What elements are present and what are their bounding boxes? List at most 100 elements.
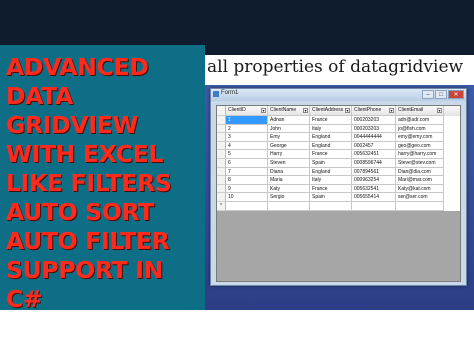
table-cell[interactable]: Katy@kat.com (396, 184, 444, 194)
table-row[interactable]: 5 Harry France 005632451 harry@harry.com (217, 150, 460, 159)
column-header[interactable]: ClientPhone ▾ (352, 106, 396, 116)
new-row-marker: * (217, 201, 226, 211)
table-cell[interactable]: ser@ser.com (396, 193, 444, 202)
table-cell[interactable]: France (310, 184, 352, 194)
table-row[interactable]: 9 Katy France 005632541 Katy@kat.com (217, 184, 460, 194)
filter-dropdown-icon[interactable]: ▾ (261, 108, 266, 113)
table-cell[interactable]: 000963254 (352, 176, 396, 185)
table-cell[interactable]: Emy (268, 133, 310, 142)
table-cell[interactable]: England (310, 141, 352, 151)
column-header-label: ClientID (228, 107, 246, 113)
title-line: ADVANCED (6, 53, 149, 81)
row-header[interactable] (217, 133, 226, 142)
close-button[interactable]: ✕ (448, 90, 464, 99)
table-cell[interactable] (226, 201, 268, 211)
table-cell[interactable]: jo@fish.com (396, 124, 444, 134)
row-header[interactable] (217, 176, 226, 185)
table-row[interactable]: 4 George England 0002457 geo@geo.com (217, 141, 460, 151)
table-cell[interactable]: 1 (226, 116, 268, 125)
table-cell[interactable]: Spain (310, 193, 352, 202)
row-header[interactable] (217, 116, 226, 125)
table-cell[interactable]: 0044444444 (352, 133, 396, 142)
table-cell[interactable]: Steven (268, 158, 310, 168)
table-row[interactable]: 6 Steven Spain 0008596744 Steve@stev.com (217, 158, 460, 168)
table-cell[interactable]: 000203203 (352, 124, 396, 134)
grid-header-row: ClientID ▾ ClientName ▾ ClientAddress ▾ Client… (217, 106, 460, 116)
table-cell[interactable]: Dian@dia.com (396, 167, 444, 177)
table-cell[interactable]: 0002457 (352, 141, 396, 151)
table-cell[interactable]: Adnan (268, 116, 310, 125)
table-cell[interactable]: geo@geo.com (396, 141, 444, 151)
table-cell[interactable]: Maria (268, 176, 310, 185)
row-header[interactable] (217, 193, 226, 202)
table-cell[interactable]: 4 (226, 141, 268, 151)
filter-dropdown-icon[interactable]: ▾ (345, 108, 350, 113)
table-cell[interactable]: Diana (268, 167, 310, 177)
row-header[interactable] (217, 158, 226, 168)
table-cell[interactable]: 8 (226, 176, 268, 185)
maximize-button[interactable]: □ (435, 90, 447, 99)
row-header[interactable] (217, 141, 226, 151)
column-header[interactable]: ClientID ▾ (226, 106, 268, 116)
title-line: DATA (6, 82, 74, 110)
table-cell[interactable]: Mari@mar.com (396, 176, 444, 185)
table-cell[interactable]: George (268, 141, 310, 151)
data-grid-view[interactable]: ClientID ▾ ClientName ▾ ClientAddress ▾ Client… (216, 105, 461, 282)
table-cell[interactable]: 000203203 (352, 116, 396, 125)
table-row[interactable]: 2 John Italy 000203203 jo@fish.com (217, 124, 460, 134)
table-cell[interactable]: Harry (268, 150, 310, 159)
table-cell[interactable] (268, 201, 310, 211)
table-cell[interactable]: 5 (226, 150, 268, 159)
table-cell[interactable]: Spain (310, 158, 352, 168)
table-row[interactable]: 10 Sergio Spain 005655414 ser@ser.com (217, 193, 460, 202)
table-row[interactable]: 8 Maria Italy 000963254 Mari@mar.com (217, 176, 460, 185)
column-header[interactable]: ClientAddress ▾ (310, 106, 352, 116)
column-header-label: ClientEmail (398, 107, 424, 113)
table-cell[interactable]: France (310, 116, 352, 125)
grid-corner[interactable] (217, 106, 226, 116)
filter-dropdown-icon[interactable]: ▾ (303, 108, 308, 113)
table-cell[interactable]: Italy (310, 176, 352, 185)
table-cell[interactable]: Katy (268, 184, 310, 194)
table-cell[interactable]: 3 (226, 133, 268, 142)
table-cell[interactable]: 6 (226, 158, 268, 168)
table-cell[interactable]: 2 (226, 124, 268, 134)
table-cell[interactable]: emy@emy.com (396, 133, 444, 142)
table-cell[interactable]: France (310, 150, 352, 159)
row-header[interactable] (217, 184, 226, 194)
minimize-button[interactable]: – (422, 90, 434, 99)
table-cell[interactable]: Italy (310, 124, 352, 134)
table-row[interactable]: 1 Adnan France 000203203 adn@adr.com (217, 116, 460, 125)
video-thumbnail: ADVANCED DATA GRIDVIEW WITH EXCEL LIKE FILTE… (0, 0, 474, 355)
table-cell[interactable]: 005655414 (352, 193, 396, 202)
filter-dropdown-icon[interactable]: ▾ (437, 108, 442, 113)
window-titlebar[interactable]: Form1 – □ ✕ (211, 89, 466, 101)
table-cell[interactable]: 9 (226, 184, 268, 194)
table-cell[interactable]: harry@harry.com (396, 150, 444, 159)
table-cell[interactable]: 10 (226, 193, 268, 202)
table-cell[interactable]: Steve@stev.com (396, 158, 444, 168)
table-cell[interactable]: Sergio (268, 193, 310, 202)
table-cell[interactable]: England (310, 133, 352, 142)
table-cell[interactable] (352, 201, 396, 211)
table-cell[interactable]: 0008596744 (352, 158, 396, 168)
table-cell[interactable] (396, 201, 444, 211)
table-cell[interactable] (310, 201, 352, 211)
table-cell[interactable]: England (310, 167, 352, 177)
column-header[interactable]: ClientEmail ▾ (396, 106, 444, 116)
row-header[interactable] (217, 124, 226, 134)
table-cell[interactable]: 007894561 (352, 167, 396, 177)
new-row[interactable]: * (217, 201, 460, 211)
table-cell[interactable]: adn@adr.com (396, 116, 444, 125)
table-cell[interactable]: 7 (226, 167, 268, 177)
column-header[interactable]: ClientName ▾ (268, 106, 310, 116)
table-cell[interactable]: 005632451 (352, 150, 396, 159)
row-header[interactable] (217, 167, 226, 177)
table-cell[interactable]: John (268, 124, 310, 134)
caption-text: all properties of datagridview (207, 57, 464, 77)
row-header[interactable] (217, 150, 226, 159)
filter-dropdown-icon[interactable]: ▾ (389, 108, 394, 113)
table-row[interactable]: 7 Diana England 007894561 Dian@dia.com (217, 167, 460, 177)
table-cell[interactable]: 005632541 (352, 184, 396, 194)
table-row[interactable]: 3 Emy England 0044444444 emy@emy.com (217, 133, 460, 142)
